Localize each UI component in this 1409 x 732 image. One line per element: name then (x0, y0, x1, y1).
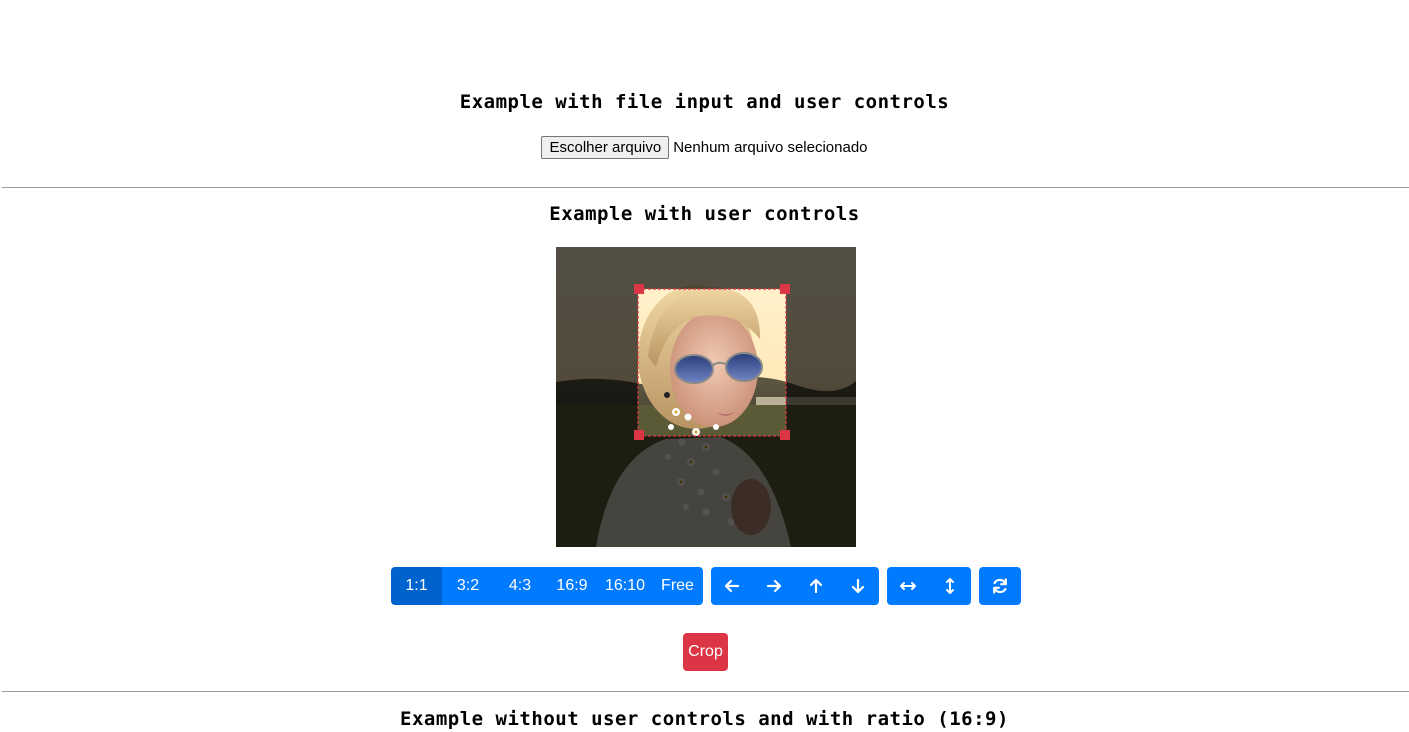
flip-horizontal-button[interactable] (887, 567, 929, 605)
section-divider (2, 691, 1409, 692)
reset-group (979, 567, 1021, 605)
page: Example with file input and user control… (0, 0, 1409, 732)
file-input[interactable]: Escolher arquivo Nenhum arquivo selecion… (0, 136, 1409, 159)
aspect-ratio-group: 1:1 3:2 4:3 16:9 16:10 Free (391, 567, 703, 605)
image-cropper[interactable] (556, 247, 856, 547)
flip-vertical-button[interactable] (929, 567, 971, 605)
file-status-text: Nenhum arquivo selecionado (673, 139, 868, 156)
cropper-image (556, 247, 856, 547)
arrow-down-icon (849, 577, 867, 595)
crop-button[interactable]: Crop (683, 633, 728, 671)
file-input-section-title: Example with file input and user control… (459, 91, 950, 113)
flip-horizontal-icon (899, 577, 917, 595)
crop-handle-top-right[interactable] (780, 284, 790, 294)
refresh-icon (991, 577, 1009, 595)
ratio-free-button[interactable]: Free (652, 567, 703, 605)
ratio-section-title: Example without user controls and with r… (400, 708, 1009, 730)
crop-handle-bottom-right[interactable] (780, 430, 790, 440)
arrow-up-icon (807, 577, 825, 595)
reset-button[interactable] (979, 567, 1021, 605)
section-divider (2, 187, 1409, 188)
crop-handle-top-left[interactable] (634, 284, 644, 294)
ratio-4-3-button[interactable]: 4:3 (494, 567, 546, 605)
ratio-16-9-button[interactable]: 16:9 (546, 567, 598, 605)
ratio-16-10-button[interactable]: 16:10 (598, 567, 652, 605)
move-left-button[interactable] (711, 567, 753, 605)
user-controls-section-title: Example with user controls (549, 203, 860, 225)
flip-vertical-icon (941, 577, 959, 595)
choose-file-button[interactable]: Escolher arquivo (541, 136, 670, 159)
arrow-left-icon (723, 577, 741, 595)
move-down-button[interactable] (837, 567, 879, 605)
arrow-right-icon (765, 577, 783, 595)
flip-group (887, 567, 971, 605)
move-right-button[interactable] (753, 567, 795, 605)
ratio-1-1-button[interactable]: 1:1 (391, 567, 442, 605)
move-up-button[interactable] (795, 567, 837, 605)
move-group (711, 567, 879, 605)
ratio-3-2-button[interactable]: 3:2 (442, 567, 494, 605)
crop-handle-bottom-left[interactable] (634, 430, 644, 440)
